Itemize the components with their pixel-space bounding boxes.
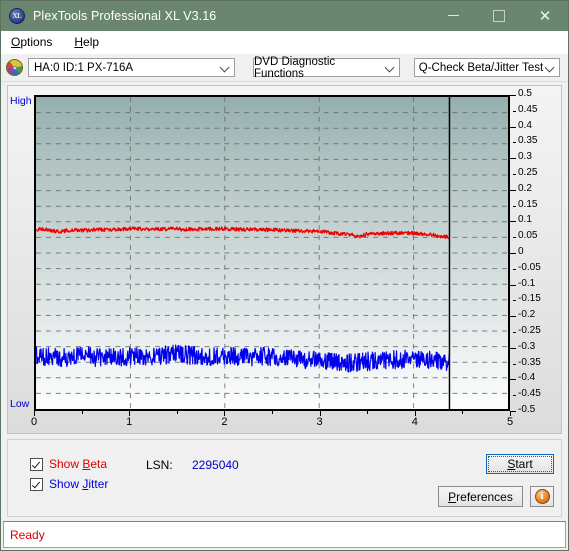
y-axis-tick-label: -0.45 xyxy=(518,388,541,400)
y-axis-ticks xyxy=(510,95,516,412)
show-jitter-label: Show Jitter xyxy=(49,477,109,491)
y-axis-tick-label: -0.05 xyxy=(518,261,541,273)
drive-select-value: HA:0 ID:1 PX-716A xyxy=(34,61,134,74)
test-select[interactable]: Q-Check Beta/Jitter Test xyxy=(414,58,560,77)
y-axis-tick-label: 0.4 xyxy=(518,119,532,131)
toolbar: HA:0 ID:1 PX-716A DVD Diagnostic Functio… xyxy=(1,54,568,82)
start-button[interactable]: Start xyxy=(486,454,554,474)
y-axis-tick-label: 0.05 xyxy=(518,230,538,242)
x-axis-tick-label: 1 xyxy=(126,416,133,428)
x-axis-ticks xyxy=(34,411,511,416)
close-button[interactable]: ✕ xyxy=(522,1,568,31)
menu-options[interactable]: Options xyxy=(7,33,62,51)
status-text: Ready xyxy=(10,527,45,542)
beta-jitter-plot xyxy=(34,95,510,411)
test-select-value: Q-Check Beta/Jitter Test xyxy=(418,61,544,74)
title-bar: XL PlexTools Professional XL V3.16 ✕ xyxy=(1,1,568,31)
show-jitter-checkbox-row[interactable]: Show Jitter xyxy=(30,477,108,491)
y-axis-tick-label: 0.35 xyxy=(518,135,538,147)
y-axis-tick-label: 0.15 xyxy=(518,198,538,210)
plextools-window: XL PlexTools Professional XL V3.16 ✕ Opt… xyxy=(0,0,569,551)
y-axis-tick-label: 0.2 xyxy=(518,182,532,194)
y-axis-tick-label: -0.25 xyxy=(518,325,541,336)
controls-frame: Show Beta Show Jitter LSN: 2295040 Start… xyxy=(7,439,562,517)
y-axis-tick-label: -0.35 xyxy=(518,356,541,368)
y-axis-tick-label: -0.2 xyxy=(518,309,536,321)
preferences-button-label: Preferences xyxy=(448,489,513,504)
axis-label-low: Low xyxy=(10,398,30,410)
x-axis-tick-label: 3 xyxy=(316,416,323,428)
info-icon: i xyxy=(534,489,550,504)
y-axis-tick-label: -0.1 xyxy=(518,277,536,289)
window-title: PlexTools Professional XL V3.16 xyxy=(33,9,217,23)
chart-panel: High Low 0.5 0.45 0.4 0.35 0.3 0.25 0.2 0.15 0.1… xyxy=(1,82,568,439)
preferences-button[interactable]: Preferences xyxy=(438,486,523,507)
info-button[interactable]: i xyxy=(530,486,554,507)
y-axis-tick-label: 0.1 xyxy=(518,214,532,226)
function-select[interactable]: DVD Diagnostic Functions xyxy=(253,55,400,80)
maximize-button[interactable] xyxy=(476,1,522,31)
y-axis-tick-label: 0.45 xyxy=(518,103,538,115)
y-axis-tick-label: -0.4 xyxy=(518,372,536,384)
y-axis-tick-label: 0 xyxy=(518,246,524,257)
function-select-value: DVD Diagnostic Functions xyxy=(254,55,336,80)
show-beta-checkbox-row[interactable]: Show Beta xyxy=(30,457,107,471)
y-axis-tick-label: -0.15 xyxy=(518,293,541,305)
x-axis-tick-label: 2 xyxy=(221,416,228,428)
show-beta-checkbox[interactable] xyxy=(30,457,43,471)
lsn-value: 2295040 xyxy=(192,458,239,472)
y-axis-tick-label: -0.3 xyxy=(518,340,536,352)
menu-help[interactable]: Help xyxy=(70,33,109,51)
app-icon: XL xyxy=(9,8,25,24)
menu-bar: Options Help xyxy=(1,31,568,54)
lsn-label: LSN: xyxy=(146,458,173,472)
show-jitter-checkbox[interactable] xyxy=(30,477,43,491)
controls-panel: Show Beta Show Jitter LSN: 2295040 Start… xyxy=(1,439,568,521)
minimize-button[interactable] xyxy=(430,1,476,31)
chevron-down-icon xyxy=(544,62,555,72)
show-beta-label: Show Beta xyxy=(49,457,108,471)
y-axis-tick-label: 0.25 xyxy=(518,167,538,178)
chart-container: High Low 0.5 0.45 0.4 0.35 0.3 0.25 0.2 0.15 0.1… xyxy=(7,85,562,434)
cd-disc-icon xyxy=(6,59,23,76)
y-axis-tick-label: 0.3 xyxy=(518,151,532,163)
window-controls: ✕ xyxy=(430,1,568,31)
y-axis-tick-label: 0.5 xyxy=(518,88,532,99)
x-axis-tick-label: 5 xyxy=(506,416,514,428)
status-bar: Ready xyxy=(3,521,566,548)
x-axis-tick-label: 0 xyxy=(30,416,38,428)
axis-label-high: High xyxy=(10,95,32,107)
chevron-down-icon xyxy=(219,62,230,72)
drive-select[interactable]: HA:0 ID:1 PX-716A xyxy=(28,58,235,77)
y-axis-tick-label: -0.5 xyxy=(518,404,536,415)
x-axis-tick-label: 4 xyxy=(411,416,418,428)
